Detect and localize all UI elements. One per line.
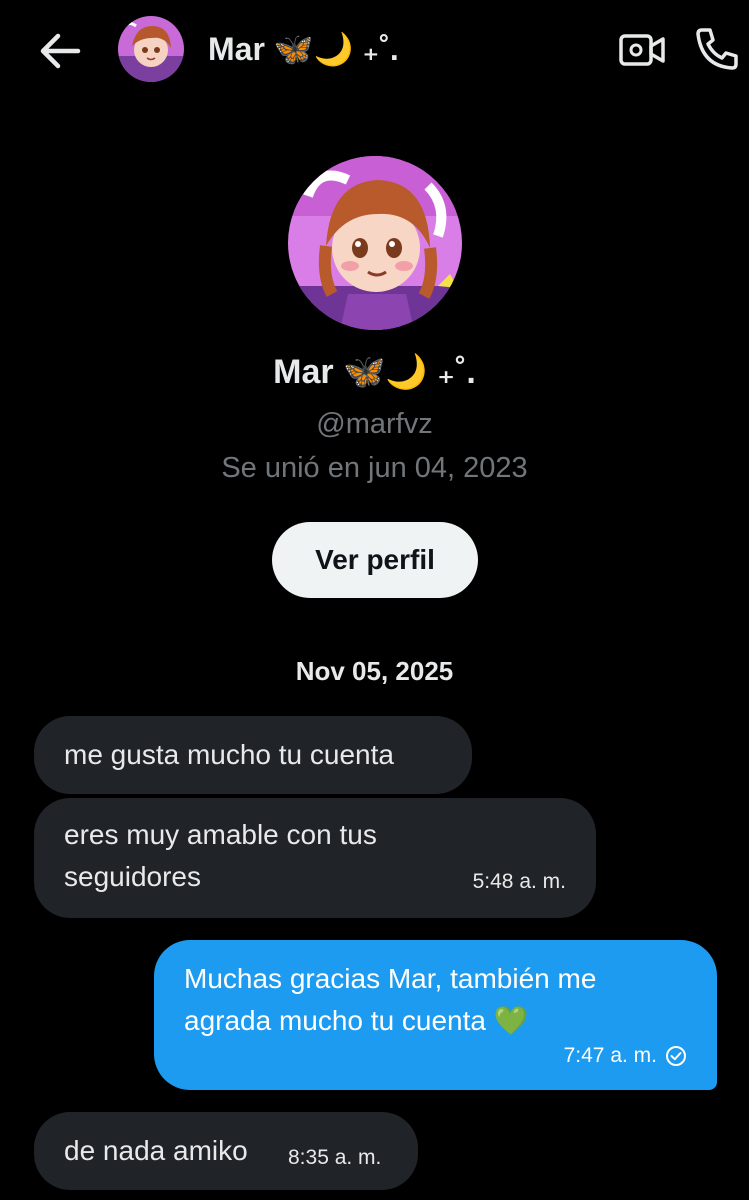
video-call-icon bbox=[619, 34, 665, 66]
profile-display-name: Mar 🦋🌙 ₊˚. bbox=[273, 353, 476, 391]
message-time: 5:48 a. m. bbox=[472, 870, 566, 893]
header-avatar[interactable] bbox=[118, 16, 184, 82]
incoming-message[interactable]: eres muy amable con tus seguidores 5:48 … bbox=[34, 798, 596, 918]
video-call-button[interactable] bbox=[618, 30, 666, 70]
view-profile-button[interactable]: Ver perfil bbox=[272, 522, 478, 598]
profile-avatar[interactable] bbox=[288, 156, 462, 330]
message-time-row: 7:47 a. m. bbox=[564, 1044, 687, 1068]
profile-handle: @marfvz bbox=[316, 408, 433, 440]
date-divider: Nov 05, 2025 bbox=[295, 656, 454, 686]
message-text: de nada amiko bbox=[64, 1135, 248, 1166]
message-text: eres muy amable con tus seguidores bbox=[64, 819, 377, 892]
phone-icon bbox=[696, 28, 738, 70]
arrow-left-icon bbox=[40, 33, 81, 69]
message-text: Muchas gracias Mar, también me agrada mu… bbox=[184, 963, 597, 1036]
incoming-message[interactable]: me gusta mucho tu cuenta bbox=[34, 716, 472, 794]
back-button[interactable] bbox=[34, 28, 84, 74]
voice-call-button[interactable] bbox=[692, 26, 740, 72]
header-contact-name[interactable]: Mar 🦋🌙 ₊˚. bbox=[208, 30, 399, 68]
message-time: 8:35 a. m. bbox=[288, 1146, 382, 1169]
outgoing-message[interactable]: Muchas gracias Mar, también me agrada mu… bbox=[154, 940, 717, 1090]
message-time: 7:47 a. m. bbox=[563, 1044, 657, 1067]
profile-joined-date: Se unió en jun 04, 2023 bbox=[221, 452, 528, 484]
incoming-message[interactable]: de nada amiko 8:35 a. m. bbox=[34, 1112, 418, 1190]
read-check-icon bbox=[666, 1046, 686, 1066]
message-text: me gusta mucho tu cuenta bbox=[64, 739, 394, 770]
conversation-header: Mar 🦋🌙 ₊˚. bbox=[0, 0, 749, 100]
